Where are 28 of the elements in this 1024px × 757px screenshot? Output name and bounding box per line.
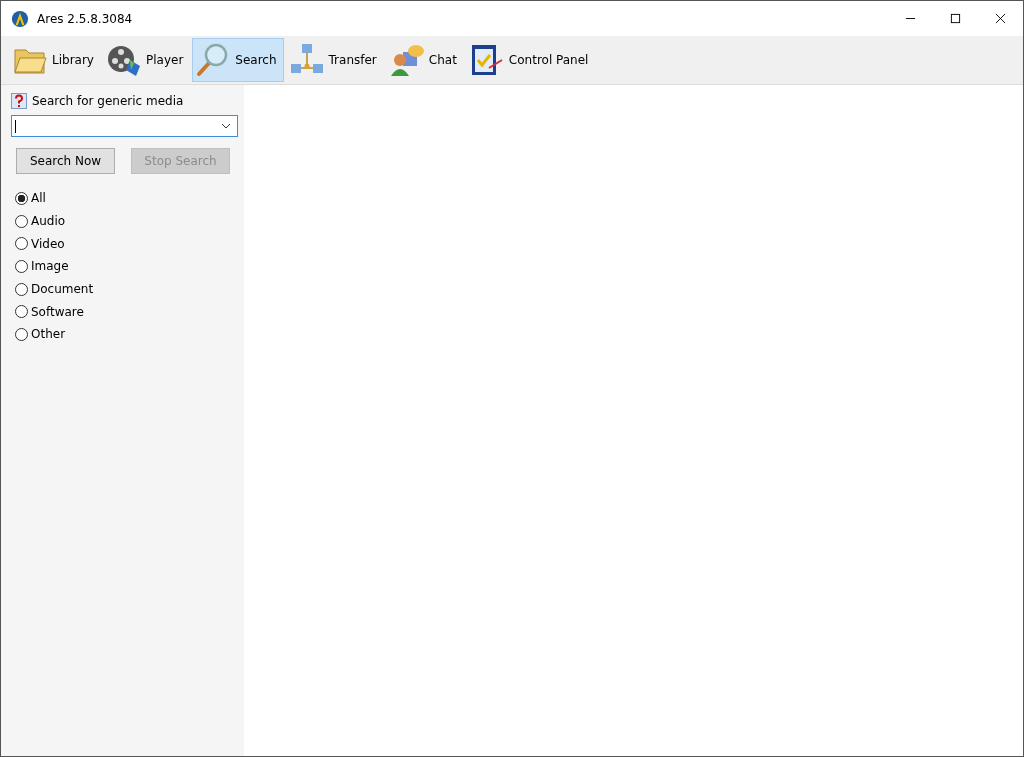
dropdown-chevron-icon	[221, 123, 231, 129]
radio-option[interactable]: All	[15, 187, 244, 210]
radio-icon[interactable]	[15, 259, 28, 273]
window-title: Ares 2.5.8.3084	[37, 11, 133, 26]
radio-option[interactable]: Other	[15, 323, 244, 346]
toolbar-tab[interactable]: Library	[9, 38, 101, 82]
toolbar-tab[interactable]: Transfer	[285, 38, 384, 82]
toolbar-tab[interactable]: Search	[192, 38, 284, 82]
radio-option[interactable]: Video	[15, 232, 244, 256]
radio-icon[interactable]	[15, 214, 28, 228]
radio-icon[interactable]	[15, 305, 28, 319]
toolbar-tab[interactable]: Chat	[385, 38, 464, 82]
chat-user-icon	[388, 42, 425, 78]
radio-option[interactable]: Audio	[15, 209, 244, 233]
help-icon	[11, 93, 27, 109]
toolbar-tab[interactable]: Control Panel	[465, 38, 596, 82]
app-logo-icon	[11, 9, 29, 28]
radio-option[interactable]: Image	[15, 255, 244, 278]
toolbar-tab[interactable]: Player	[102, 38, 191, 82]
radio-icon[interactable]	[15, 327, 28, 341]
radio-icon[interactable]	[15, 191, 28, 205]
radio-option[interactable]: Document	[15, 277, 244, 301]
radio-icon[interactable]	[15, 237, 28, 251]
search-heading: Search for generic media	[32, 94, 184, 108]
radio-option[interactable]: Software	[15, 300, 244, 324]
action-button[interactable]: Search Now	[16, 148, 115, 174]
radio-icon[interactable]	[15, 282, 28, 296]
search-combo-box[interactable]	[11, 115, 238, 137]
